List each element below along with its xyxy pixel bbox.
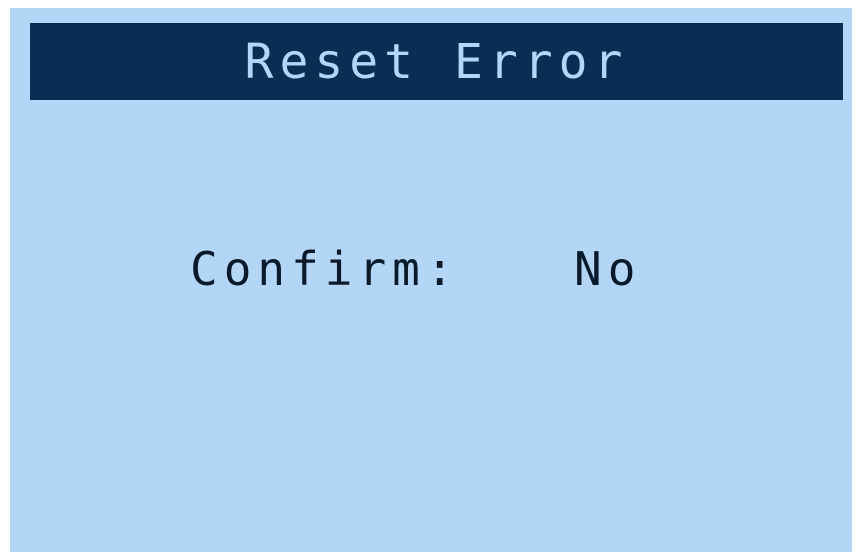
confirm-value[interactable]: No [574,246,641,292]
confirm-label: Confirm: [190,242,460,296]
lcd-screen: Reset Error Confirm: No [10,8,852,552]
screen-title: Reset Error [244,33,629,90]
confirm-row[interactable]: Confirm: No [190,246,641,292]
title-bar: Reset Error [30,23,843,100]
